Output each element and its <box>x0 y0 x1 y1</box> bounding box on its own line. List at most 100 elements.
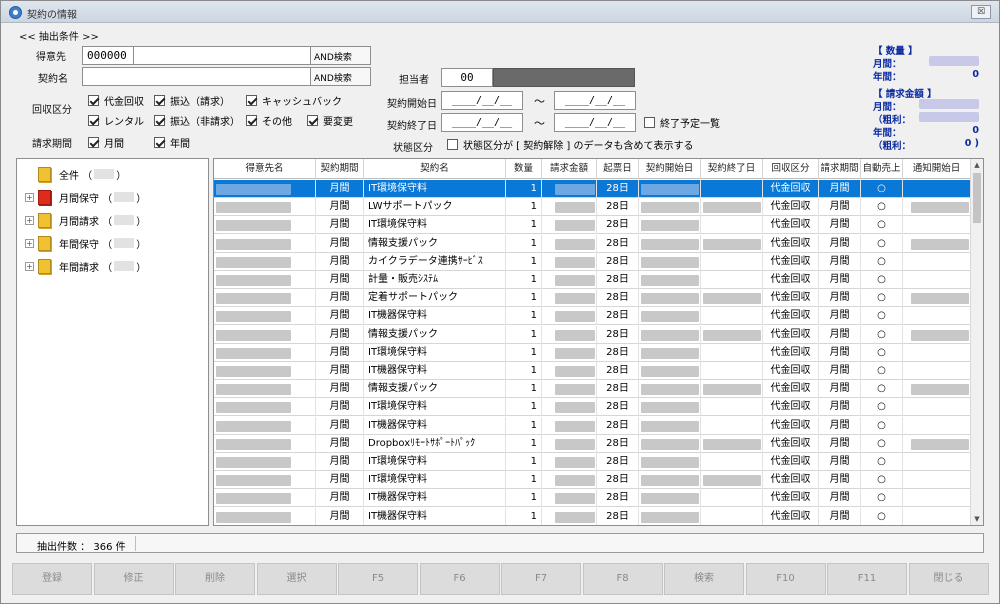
table-row[interactable]: 月間 情報支援パック 1 28日 代金回収 月間 ○ <box>214 380 971 399</box>
scroll-up-icon[interactable]: ▲ <box>971 159 983 171</box>
tree-item-yearly-maintenance[interactable]: + 年間保守 （） <box>25 233 146 253</box>
column-header-period[interactable]: 契約期間 <box>316 159 364 179</box>
column-header-notice-date[interactable]: 通知開始日 <box>903 159 971 179</box>
table-row[interactable]: 月間 IT環境保守料 1 28日 代金回収 月間 ○ <box>214 216 971 235</box>
billing-option-monthly[interactable]: 月間 <box>88 135 124 150</box>
start-date-to-input[interactable]: ____/__/__ <box>554 91 636 110</box>
collection-option-transfer-billed[interactable]: 振込（請求） <box>154 93 230 108</box>
table-row[interactable]: 月間 LWサポートパック 1 28日 代金回収 月間 ○ <box>214 198 971 217</box>
window-close-button[interactable]: ☒ <box>971 5 991 19</box>
redacted-value <box>216 256 291 268</box>
end-scheduled-list-checkbox[interactable]: 終了予定一覧 <box>644 115 720 130</box>
cell-customer <box>214 343 316 362</box>
tree-item-all[interactable]: 全件 （） <box>25 164 126 184</box>
cell-auto-sales: ○ <box>861 453 903 471</box>
collection-option-rental[interactable]: レンタル <box>88 113 144 128</box>
fkey-edit-button[interactable]: 修正 <box>93 563 174 595</box>
redacted-value <box>555 238 595 250</box>
column-header-billing[interactable]: 請求期間 <box>819 159 861 179</box>
collection-option-change-required[interactable]: 要変更 <box>307 113 353 128</box>
table-row[interactable]: 月間 IT機器保守料 1 28日 代金回収 月間 ○ <box>214 307 971 326</box>
table-row[interactable]: 月間 IT機器保守料 1 28日 代金回収 月間 ○ <box>214 489 971 508</box>
fkey-select-button[interactable]: 選択 <box>256 563 337 595</box>
cell-end-date <box>701 507 763 525</box>
column-header-collection[interactable]: 回収区分 <box>763 159 819 179</box>
redacted-value <box>641 420 699 432</box>
tree-expander-plus-icon[interactable]: + <box>25 192 34 202</box>
redacted-value <box>216 275 291 286</box>
table-row[interactable]: 月間 情報支援パック 1 28日 代金回収 月間 ○ <box>214 234 971 253</box>
table-row[interactable]: 月間 IT環境保守料 1 28日 代金回収 月間 ○ <box>214 398 971 417</box>
scroll-down-icon[interactable]: ▼ <box>971 513 983 525</box>
tree-item-monthly-maintenance[interactable]: + 月間保守 （） <box>25 187 146 207</box>
cell-contract-name: 情報支援パック <box>364 380 506 399</box>
cell-end-date <box>701 471 763 490</box>
tree-expander-plus-icon[interactable]: + <box>25 261 34 271</box>
table-row[interactable]: 月間 定着サポートパック 1 28日 代金回収 月間 ○ <box>214 289 971 308</box>
table-row[interactable]: 月間 IT環境保守料 1 28日 代金回収 月間 ○ <box>214 471 971 490</box>
column-header-auto-sales[interactable]: 自動売上 <box>861 159 903 179</box>
table-row[interactable]: 月間 IT機器保守料 1 28日 代金回収 月間 ○ <box>214 416 971 435</box>
scroll-thumb[interactable] <box>973 173 981 223</box>
fkey-close-button[interactable]: 閉じる <box>908 563 989 595</box>
include-cancelled-checkbox[interactable]: 状態区分が [ 契約解除 ] のデータも含めて表示する <box>447 137 694 152</box>
fkey-f5-button[interactable]: F5 <box>338 563 418 595</box>
cell-contract-name: LWサポートパック <box>364 198 506 217</box>
redacted-value <box>641 366 699 377</box>
table-row[interactable]: 月間 計量・販売ｼｽﾃﾑ 1 28日 代金回収 月間 ○ <box>214 271 971 289</box>
column-header-end-date[interactable]: 契約終了日 <box>701 159 763 179</box>
cell-customer <box>214 362 316 380</box>
tree-expander-plus-icon[interactable]: + <box>25 215 34 225</box>
fkey-f6-button[interactable]: F6 <box>419 563 500 595</box>
collection-option-other[interactable]: その他 <box>246 113 292 128</box>
column-header-slip-day[interactable]: 起票日 <box>597 159 639 179</box>
collection-option-transfer-unbilled[interactable]: 振込（非請求） <box>154 113 240 128</box>
tree-expander-plus-icon[interactable]: + <box>25 238 34 248</box>
customer-code-input[interactable]: 000000 <box>82 46 134 65</box>
collection-option-cash[interactable]: 代金回収 <box>88 93 144 108</box>
table-row[interactable]: 月間 Dropboxﾘﾓｰﾄｻﾎﾟｰﾄﾊﾟｯｸ 1 28日 代金回収 月間 ○ <box>214 434 971 453</box>
redacted-value <box>641 438 699 450</box>
fkey-f10-button[interactable]: F10 <box>745 563 826 595</box>
column-header-amount[interactable]: 請求金額 <box>542 159 597 179</box>
column-header-quantity[interactable]: 数量 <box>506 159 542 179</box>
cell-contract-name: IT環境保守料 <box>364 343 506 362</box>
table-row[interactable]: 月間 カイクラデータ連携ｻｰﾋﾞｽ 1 28日 代金回収 月間 ○ <box>214 252 971 271</box>
fkey-search-button[interactable]: 検索 <box>664 563 744 595</box>
end-date-to-input[interactable]: ____/__/__ <box>554 113 636 132</box>
customer-and-search-toggle[interactable]: AND検索 <box>310 46 371 65</box>
amount-monthly-value <box>919 99 979 109</box>
fkey-register-button[interactable]: 登録 <box>12 563 92 595</box>
cell-auto-sales: ○ <box>861 180 903 198</box>
fkey-f8-button[interactable]: F8 <box>582 563 663 595</box>
tree-item-monthly-billing[interactable]: + 月間請求 （） <box>25 210 146 230</box>
collection-option-cashback[interactable]: キャッシュバック <box>246 93 342 108</box>
table-row[interactable]: 月間 IT機器保守料 1 28日 代金回収 月間 ○ <box>214 507 971 525</box>
column-header-customer[interactable]: 得意先名 <box>214 159 316 179</box>
fkey-f11-button[interactable]: F11 <box>827 563 907 595</box>
table-row[interactable]: 月間 IT環境保守料 1 28日 代金回収 月間 ○ <box>214 180 971 198</box>
staff-code-input[interactable]: 00 <box>441 68 493 87</box>
table-row[interactable]: 月間 IT環境保守料 1 28日 代金回収 月間 ○ <box>214 343 971 362</box>
end-date-from-input[interactable]: ____/__/__ <box>441 113 523 132</box>
cell-contract-name: IT機器保守料 <box>364 362 506 380</box>
cell-customer <box>214 453 316 471</box>
grid-vertical-scrollbar[interactable]: ▲ ▼ <box>970 159 983 525</box>
amount-monthly-row: 月間： <box>873 99 979 113</box>
start-date-from-input[interactable]: ____/__/__ <box>441 91 523 110</box>
cell-auto-sales: ○ <box>861 362 903 380</box>
tree-item-yearly-billing[interactable]: + 年間請求 （） <box>25 256 146 276</box>
column-header-contract-name[interactable]: 契約名 <box>364 159 506 179</box>
billing-option-yearly[interactable]: 年間 <box>154 135 190 150</box>
fkey-f7-button[interactable]: F7 <box>501 563 581 595</box>
table-row[interactable]: 月間 情報支援パック 1 28日 代金回収 月間 ○ <box>214 325 971 344</box>
table-row[interactable]: 月間 IT環境保守料 1 28日 代金回収 月間 ○ <box>214 453 971 471</box>
fkey-delete-button[interactable]: 削除 <box>175 563 255 595</box>
contract-and-search-toggle[interactable]: AND検索 <box>310 67 371 86</box>
cell-quantity: 1 <box>506 325 542 344</box>
customer-name-input[interactable] <box>133 46 311 65</box>
contract-name-input[interactable] <box>82 67 311 86</box>
column-header-start-date[interactable]: 契約開始日 <box>639 159 701 179</box>
table-row[interactable]: 月間 IT機器保守料 1 28日 代金回収 月間 ○ <box>214 362 971 380</box>
folder-icon <box>38 258 51 274</box>
